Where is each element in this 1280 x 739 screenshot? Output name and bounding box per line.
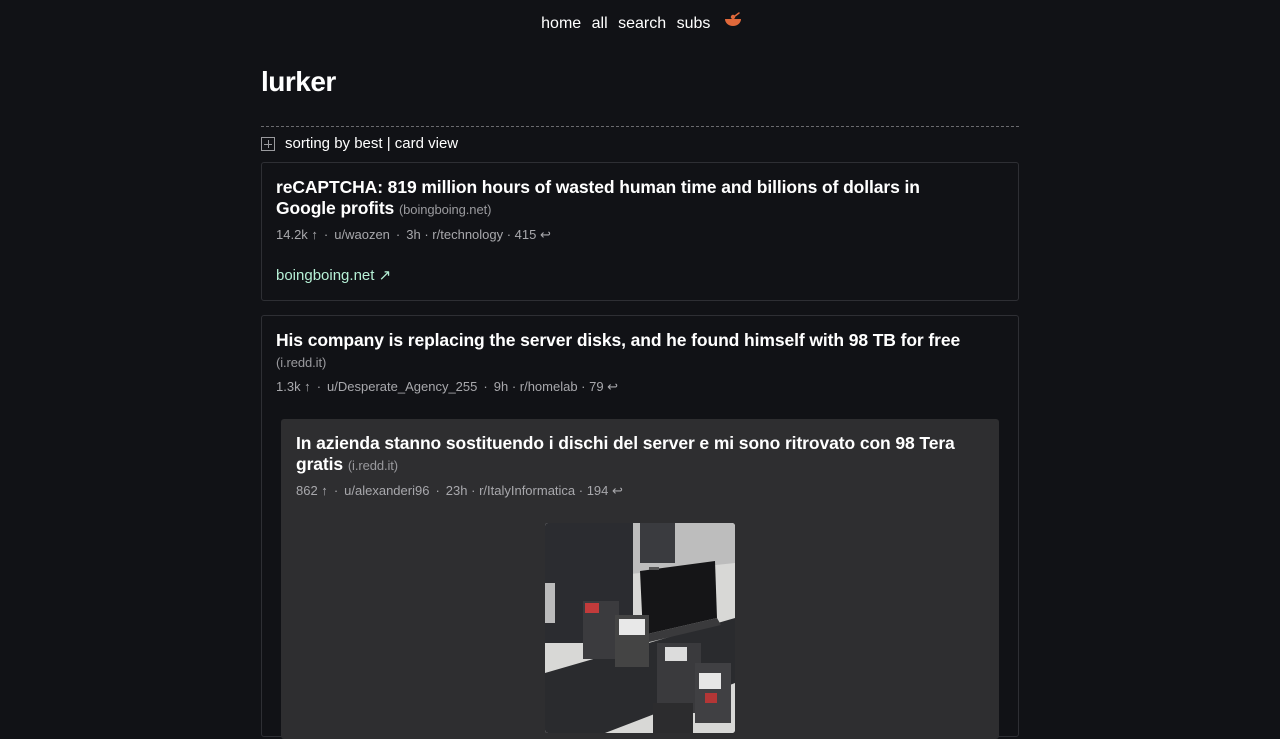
crosspost-meta: 862 ↑ · u/alexanderi96 · 23h · r/ItalyInform… bbox=[296, 482, 976, 500]
crosspost-sub-comments[interactable]: · r/ItalyInformatica · 194 ↩ bbox=[471, 483, 623, 498]
post-title-text[interactable]: reCAPTCHA: 819 million hours of wasted h… bbox=[276, 177, 920, 218]
crosspost-age: 23h bbox=[445, 483, 468, 498]
post-age: 9h bbox=[493, 379, 509, 394]
post-sub-comments[interactable]: · r/homelab · 79 ↩ bbox=[512, 379, 618, 394]
post-meta: 14.2k ↑ · u/waozen · 3h · r/technology · 415… bbox=[276, 226, 976, 244]
crosspost-title[interactable]: In azienda stanno sostituendo i dischi d… bbox=[296, 433, 976, 476]
meta-separator: · bbox=[333, 483, 339, 498]
post-score: 14.2k ↑ bbox=[276, 227, 318, 242]
meta-separator: · bbox=[435, 483, 440, 498]
sort-label[interactable]: sorting by best | card view bbox=[285, 134, 458, 154]
divider bbox=[261, 126, 1019, 127]
post-domain: (boingboing.net) bbox=[398, 202, 492, 217]
nav-all-link[interactable]: all bbox=[592, 15, 608, 32]
post-sub-comments[interactable]: · r/technology · 415 ↩ bbox=[424, 227, 551, 242]
nav-search-link[interactable]: search bbox=[618, 15, 666, 32]
external-link[interactable]: boingboing.net ↗ bbox=[276, 266, 391, 284]
crosspost-score: 862 ↑ bbox=[296, 483, 328, 498]
post-meta: 1.3k ↑ · u/Desperate_Agency_255 · 9h · r/hom… bbox=[276, 378, 1006, 396]
post-image[interactable] bbox=[545, 523, 735, 733]
crosspost-author[interactable]: u/alexanderi96 bbox=[344, 483, 429, 498]
post-card: reCAPTCHA: 819 million hours of wasted h… bbox=[261, 162, 1019, 301]
post-title[interactable]: reCAPTCHA: 819 million hours of wasted h… bbox=[276, 177, 976, 220]
nav-home-link[interactable]: home bbox=[541, 15, 581, 32]
sort-bar: sorting by best | card view bbox=[261, 134, 458, 154]
post-domain: (i.redd.it) bbox=[276, 355, 327, 370]
meta-separator: · bbox=[323, 227, 329, 242]
post-age: 3h bbox=[406, 227, 421, 242]
post-title[interactable]: His company is replacing the server disk… bbox=[276, 330, 1006, 373]
bowl-icon[interactable] bbox=[724, 12, 742, 35]
post-author[interactable]: u/waozen bbox=[334, 227, 390, 242]
meta-separator: · bbox=[316, 379, 322, 394]
meta-separator: · bbox=[483, 379, 488, 394]
post-author[interactable]: u/Desperate_Agency_255 bbox=[327, 379, 477, 394]
crosspost-card[interactable]: In azienda stanno sostituendo i dischi d… bbox=[281, 419, 999, 739]
crosspost-domain: (i.redd.it) bbox=[347, 458, 399, 473]
post-card: His company is replacing the server disk… bbox=[261, 315, 1019, 739]
page-title: lurker bbox=[261, 66, 336, 97]
top-nav: home all search subs bbox=[0, 12, 1280, 35]
plus-box-icon[interactable] bbox=[261, 137, 275, 151]
meta-separator: · bbox=[395, 227, 401, 242]
post-score: 1.3k ↑ bbox=[276, 379, 311, 394]
nav-subs-link[interactable]: subs bbox=[677, 15, 711, 32]
post-title-text[interactable]: His company is replacing the server disk… bbox=[276, 330, 960, 350]
